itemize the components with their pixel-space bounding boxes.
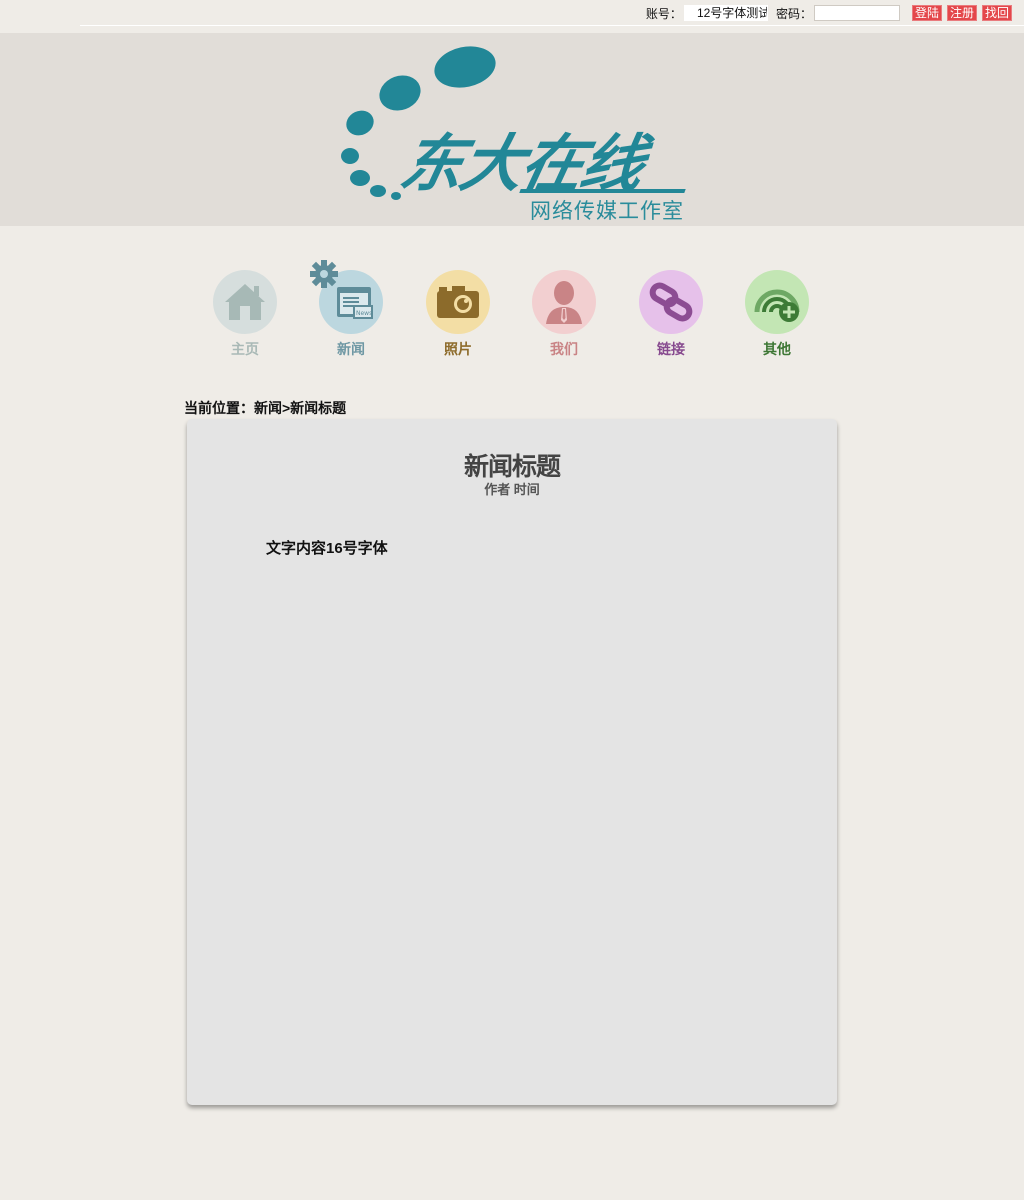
account-input[interactable]	[683, 5, 768, 21]
nav-circle	[426, 270, 490, 334]
nav-label-home: 主页	[231, 341, 259, 357]
nav-label-about: 我们	[550, 341, 578, 357]
main-nav: 主页 News 新闻 照片 我们 链接 其他	[200, 260, 830, 362]
login-button[interactable]: 登陆	[911, 5, 942, 21]
article-meta: 作者 时间	[484, 482, 540, 497]
nav-label-news: 新闻	[337, 341, 365, 357]
nav-circle	[213, 270, 277, 334]
svg-text:News: News	[356, 310, 372, 317]
password-input[interactable]	[813, 5, 900, 21]
site-logo[interactable]: 东大在线 网络传媒工作室	[340, 43, 690, 223]
article-panel: 新闻标题 作者 时间 文字内容16号字体	[187, 419, 837, 1105]
nav-label-photo: 照片	[444, 341, 472, 357]
top-login-bar: 账号： 密码： 登陆 注册 找回	[0, 0, 1024, 26]
nav-item-news[interactable]: News 新闻	[306, 260, 396, 359]
nav-label-other: 其他	[763, 341, 791, 357]
login-form: 账号： 密码： 登陆 注册 找回	[646, 5, 1012, 21]
recover-button[interactable]: 找回	[981, 5, 1012, 21]
nav-item-home[interactable]: 主页	[200, 262, 290, 359]
top-divider	[80, 25, 1024, 26]
nav-circle	[745, 270, 809, 334]
nav-label-links: 链接	[657, 341, 685, 357]
nav-item-other[interactable]: 其他	[732, 262, 822, 359]
nav-item-photo[interactable]: 照片	[413, 262, 503, 359]
breadcrumb: 当前位置：新闻>新闻标题	[184, 400, 347, 416]
logo-underline	[519, 189, 686, 193]
add-icon	[754, 289, 800, 322]
nav-circle	[639, 270, 703, 334]
home-icon	[225, 284, 265, 320]
news-icon: News	[310, 260, 373, 319]
nav-item-about[interactable]: 我们	[519, 262, 609, 359]
link-icon	[649, 282, 693, 322]
nav-item-links[interactable]: 链接	[626, 262, 716, 359]
camera-icon	[437, 286, 479, 318]
article-title: 新闻标题	[463, 453, 561, 481]
account-label: 账号：	[645, 6, 682, 21]
password-label: 密码：	[775, 6, 812, 21]
nav-circle: News	[310, 260, 383, 334]
register-button[interactable]: 注册	[946, 5, 977, 21]
person-icon	[546, 281, 582, 324]
header-banner: 东大在线 网络传媒工作室	[0, 33, 1024, 226]
logo-subtitle: 网络传媒工作室	[530, 199, 684, 223]
nav-circle	[532, 270, 596, 334]
article-body: 文字内容16号字体	[266, 540, 388, 557]
